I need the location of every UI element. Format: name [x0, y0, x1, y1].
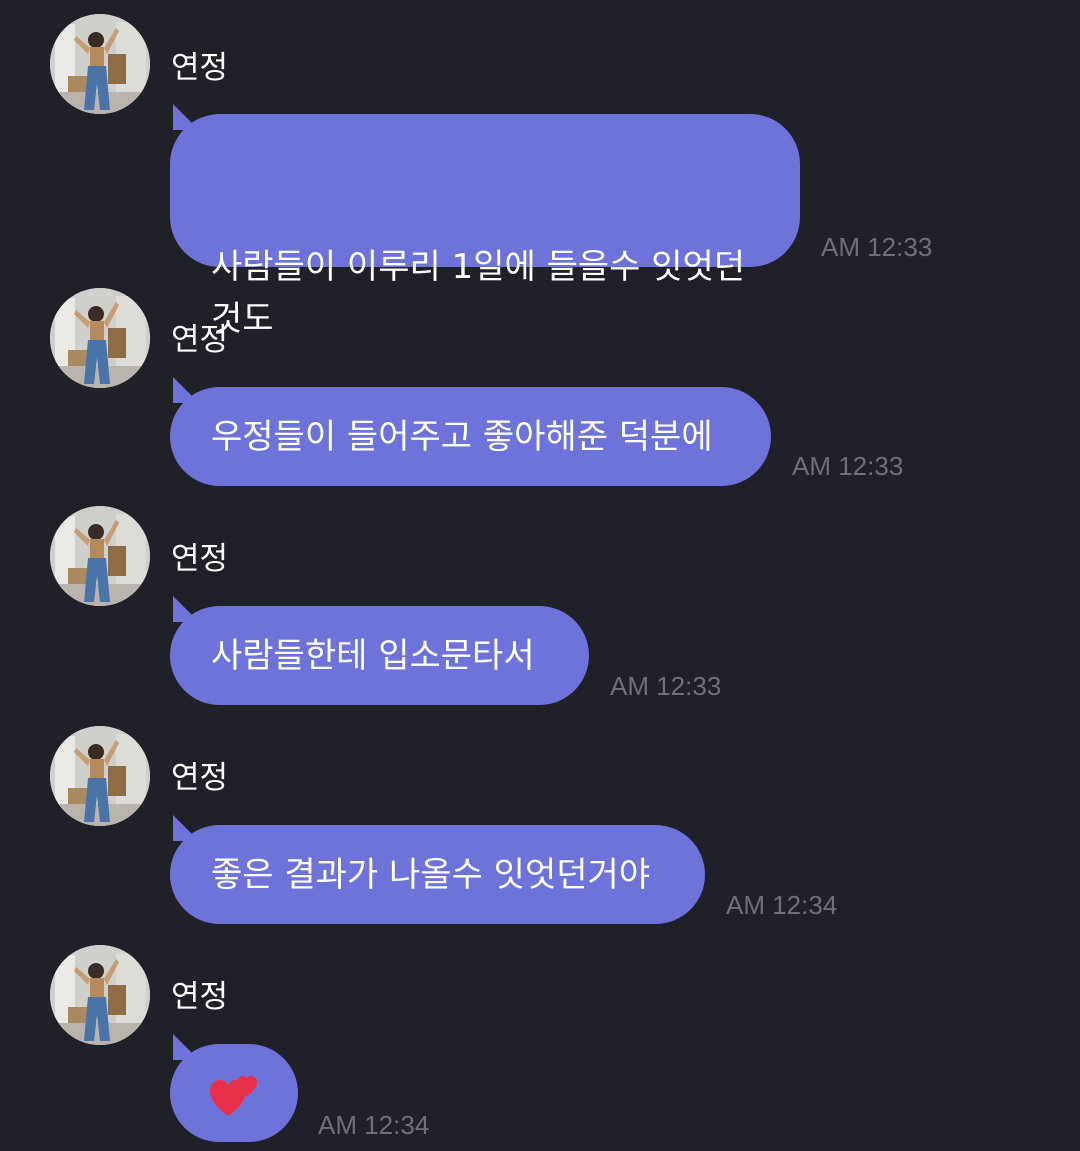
timestamp: AM 12:33: [610, 671, 722, 701]
timestamp: AM 12:34: [726, 890, 838, 920]
avatar[interactable]: [50, 288, 150, 388]
avatar[interactable]: [50, 945, 150, 1045]
timestamp: AM 12:33: [792, 451, 904, 481]
sender-name: 연정: [171, 760, 229, 796]
sender-name: 연정: [171, 979, 229, 1015]
message-bubble[interactable]: 사람들이 이루리 1일에 들을수 잇엇던 것도: [170, 104, 800, 339]
sender-name: 연정: [171, 541, 229, 577]
bubble-tail: [173, 377, 199, 403]
timestamp: AM 12:33: [821, 232, 933, 262]
avatar-photo-icon: [50, 506, 150, 606]
message-text: 우정들이 들어주고 좋아해준 덕분에: [211, 417, 713, 457]
message-text: 사람들이 이루리 1일에 들을수 잇엇던 것도: [211, 247, 746, 339]
message-bubble[interactable]: [170, 1034, 298, 1142]
avatar-photo-icon: [50, 945, 150, 1045]
bubble-tail: [173, 1034, 199, 1060]
message-bubble[interactable]: 사람들한테 입소문타서: [170, 596, 589, 705]
bubble-tail: [173, 104, 199, 130]
message-text: 사람들한테 입소문타서: [211, 636, 535, 676]
message-bubble[interactable]: 좋은 결과가 나올수 잇엇던거야: [170, 815, 705, 924]
avatar[interactable]: [50, 726, 150, 826]
message-text: 좋은 결과가 나올수 잇엇던거야: [211, 855, 651, 895]
two-hearts-icon: [210, 1076, 257, 1116]
avatar-photo-icon: [50, 288, 150, 388]
avatar-photo-icon: [50, 14, 150, 114]
message-bubble[interactable]: 우정들이 들어주고 좋아해준 덕분에: [170, 377, 771, 486]
sender-name: 연정: [171, 50, 229, 86]
avatar[interactable]: [50, 506, 150, 606]
bubble-tail: [173, 815, 199, 841]
sender-name: 연정: [171, 322, 229, 358]
bubble-tail: [173, 596, 199, 622]
avatar[interactable]: [50, 14, 150, 114]
timestamp: AM 12:34: [318, 1110, 430, 1140]
avatar-photo-icon: [50, 726, 150, 826]
